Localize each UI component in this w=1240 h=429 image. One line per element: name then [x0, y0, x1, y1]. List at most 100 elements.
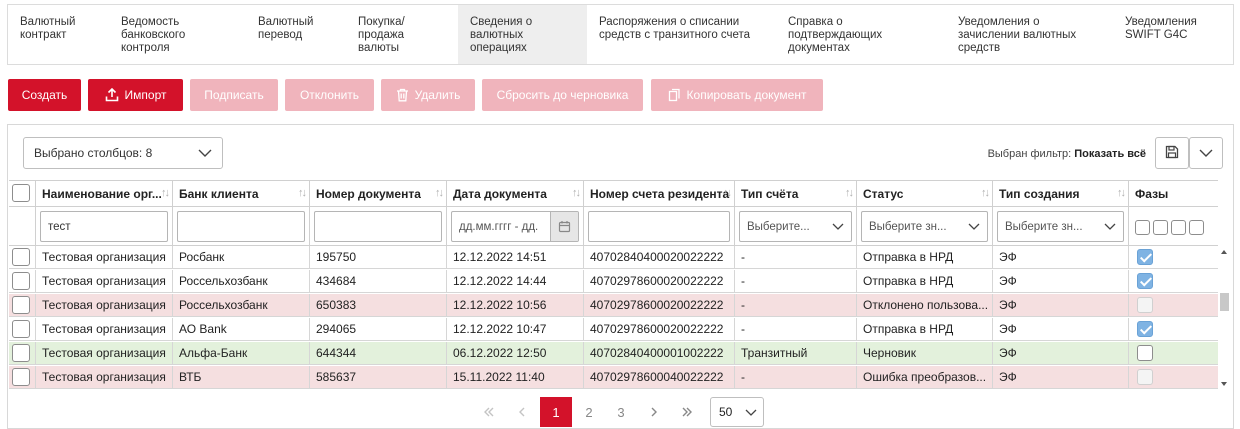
- account-type-filter-select[interactable]: Выберите...: [739, 211, 852, 242]
- column-header-doc-number[interactable]: Номер документа ↑↓: [310, 181, 447, 207]
- status-filter-select[interactable]: Выберите зн...: [861, 211, 988, 242]
- tab-supporting-docs-certificate[interactable]: Справка о подтверждающих документах: [776, 5, 946, 64]
- phase-filter-checkbox[interactable]: [1153, 220, 1168, 235]
- filter-cell-empty: [9, 207, 36, 245]
- chevron-down-icon: [198, 146, 212, 160]
- column-header-label: Тип создания: [999, 187, 1080, 201]
- row-checkbox[interactable]: [12, 248, 30, 266]
- tab-transit-debit-orders[interactable]: Распоряжения о списании средств с транзит…: [587, 5, 776, 64]
- select-placeholder: Выберите...: [747, 220, 810, 233]
- sort-icon[interactable]: ↑↓: [435, 187, 444, 199]
- cell-select: [9, 270, 36, 292]
- scrollbar-thumb[interactable]: [1220, 293, 1229, 311]
- row-checkbox[interactable]: [12, 344, 30, 362]
- phase-checkbox[interactable]: [1137, 249, 1153, 265]
- cell-phases: [1129, 342, 1218, 364]
- row-checkbox[interactable]: [12, 272, 30, 290]
- page-button-1[interactable]: 1: [540, 397, 572, 427]
- sort-icon[interactable]: ↑↓: [981, 187, 990, 199]
- calendar-icon[interactable]: [550, 212, 578, 241]
- phase-filter-checkbox[interactable]: [1135, 220, 1150, 235]
- sort-icon[interactable]: ↑↓: [572, 187, 581, 199]
- copy-icon: [668, 88, 681, 102]
- column-header-resident-account[interactable]: Номер счета резидента ↑↓: [584, 181, 735, 207]
- phase-checkbox[interactable]: [1137, 321, 1153, 337]
- cell-creation-type: ЭФ: [993, 318, 1129, 340]
- cell-account-type: -: [735, 246, 857, 268]
- phase-filter-checkbox[interactable]: [1171, 220, 1186, 235]
- doc-number-filter-input[interactable]: [314, 211, 442, 242]
- save-filter-button[interactable]: [1155, 137, 1189, 169]
- column-header-organization[interactable]: Наименование орг... ↑↓: [36, 181, 173, 207]
- tab-currency-contract[interactable]: Валютный контракт: [8, 5, 108, 64]
- bank-filter-input[interactable]: [177, 211, 305, 242]
- copy-document-button[interactable]: Копировать документ: [651, 79, 823, 111]
- table-row[interactable]: Тестовая организация Росбанк 195750 12.12.2…: [9, 246, 1218, 269]
- tab-bank-control-statement[interactable]: Ведомость банковского контроля: [109, 5, 246, 64]
- column-header-label: Банк клиента: [179, 187, 259, 201]
- sort-icon[interactable]: ↑↓: [723, 187, 732, 199]
- phase-checkbox[interactable]: [1137, 345, 1153, 361]
- sort-icon[interactable]: ↑↓: [298, 187, 307, 199]
- prev-page-button[interactable]: [506, 397, 538, 427]
- cell-doc-date: 12.12.2022 14:44: [447, 270, 584, 292]
- columns-selector-label: Выбрано столбцов: 8: [34, 146, 153, 160]
- table-scrollbar[interactable]: [1217, 245, 1231, 391]
- row-checkbox[interactable]: [12, 368, 30, 386]
- column-header-account-type[interactable]: Тип счёта ↑↓: [735, 181, 857, 207]
- import-button[interactable]: Импорт: [88, 79, 183, 111]
- phase-filter-checkbox[interactable]: [1189, 220, 1204, 235]
- column-header-label: Номер счета резидента: [590, 187, 730, 201]
- table-row[interactable]: Тестовая организация Альфа-Банк 644344 06.1…: [9, 342, 1218, 365]
- columns-selector[interactable]: Выбрано столбцов: 8: [23, 137, 223, 169]
- filter-cell-phases: [1129, 207, 1218, 245]
- date-range-filter-input[interactable]: дд.мм.гггг - дд.: [451, 211, 579, 242]
- sort-icon[interactable]: ↑↓: [161, 187, 170, 199]
- select-all-checkbox[interactable]: [12, 184, 30, 202]
- filter-value: Показать всё: [1074, 148, 1146, 160]
- column-header-doc-date[interactable]: Дата документа ↑↓: [447, 181, 584, 207]
- filter-menu-button[interactable]: [1189, 137, 1223, 169]
- tab-currency-credit-notices[interactable]: Уведомления о зачислении валютных средств: [946, 5, 1113, 64]
- floppy-disk-icon: [1165, 145, 1179, 162]
- cell-doc-date: 12.12.2022 10:47: [447, 318, 584, 340]
- tab-currency-transfer[interactable]: Валютный перевод: [246, 5, 346, 64]
- sign-button[interactable]: Подписать: [190, 79, 278, 111]
- sort-icon[interactable]: ↑↓: [845, 187, 854, 199]
- cell-status: Ошибка преобразов...: [857, 366, 993, 388]
- cell-status: Отклонено пользова...: [857, 294, 993, 316]
- column-header-bank[interactable]: Банк клиента ↑↓: [173, 181, 310, 207]
- reject-button[interactable]: Отклонить: [285, 79, 374, 111]
- row-checkbox[interactable]: [12, 320, 30, 338]
- table-row[interactable]: Тестовая организация Россельхозбанк 434684…: [9, 270, 1218, 293]
- creation-type-filter-select[interactable]: Выберите зн...: [997, 211, 1124, 242]
- page-button-2[interactable]: 2: [573, 397, 605, 427]
- account-filter-input[interactable]: [588, 211, 730, 242]
- next-page-button[interactable]: [638, 397, 670, 427]
- cell-account-type: -: [735, 318, 857, 340]
- delete-button[interactable]: Удалить: [381, 79, 475, 111]
- create-button[interactable]: Создать: [8, 79, 81, 111]
- column-header-label: Статус: [863, 187, 904, 201]
- table-row[interactable]: Тестовая организация Россельхозбанк 650383…: [9, 294, 1218, 317]
- tab-currency-operations-info[interactable]: Сведения о валютных операциях: [458, 5, 587, 64]
- table-row[interactable]: Тестовая организация ВТБ 585637 15.11.2022 …: [9, 366, 1218, 389]
- cell-status: Черновик: [857, 342, 993, 364]
- tab-currency-exchange[interactable]: Покупка/продажа валюты: [346, 5, 458, 64]
- cell-status: Отправка в НРД: [857, 318, 993, 340]
- page-size-select[interactable]: 50: [710, 397, 764, 427]
- column-header-creation-type[interactable]: Тип создания ↑↓: [993, 181, 1129, 207]
- phase-checkbox[interactable]: [1137, 273, 1153, 289]
- tab-swift-g4c-notices[interactable]: Уведомления SWIFT G4C: [1113, 5, 1233, 64]
- last-page-button[interactable]: [671, 397, 703, 427]
- sort-icon[interactable]: ↑↓: [1117, 187, 1126, 199]
- first-page-button[interactable]: [473, 397, 505, 427]
- page-button-3[interactable]: 3: [605, 397, 637, 427]
- cell-doc-number: 644344: [310, 342, 447, 364]
- row-checkbox[interactable]: [12, 296, 30, 314]
- column-header-status[interactable]: Статус ↑↓: [857, 181, 993, 207]
- reset-to-draft-button[interactable]: Сбросить до черновика: [482, 79, 643, 111]
- organization-filter-input[interactable]: тест: [40, 211, 168, 242]
- table-row[interactable]: Тестовая организация АО Bank 294065 12.12.2…: [9, 318, 1218, 341]
- select-placeholder: Выберите зн...: [1005, 220, 1083, 233]
